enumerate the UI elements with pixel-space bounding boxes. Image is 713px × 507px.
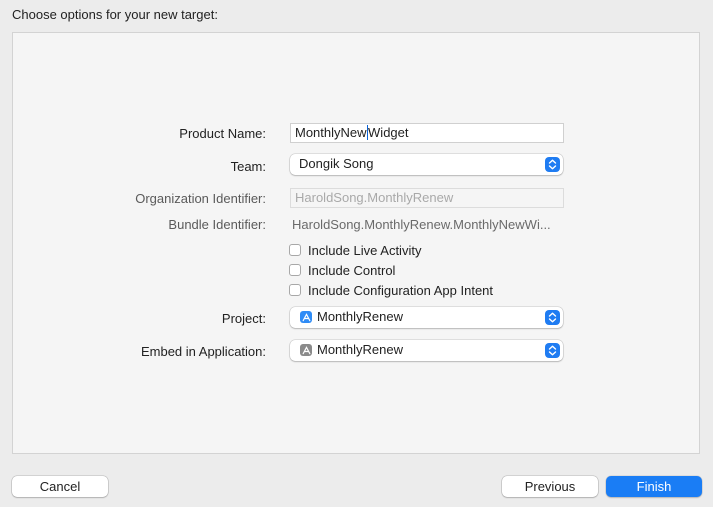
app-icon [300, 344, 312, 356]
project-popup[interactable]: MonthlyRenew [290, 307, 563, 328]
finish-button[interactable]: Finish [606, 476, 702, 497]
include-live-activity-label: Include Live Activity [308, 242, 422, 258]
xcode-project-icon [300, 311, 312, 323]
embed-in-application-label: Embed in Application: [140, 344, 266, 359]
previous-button[interactable]: Previous [502, 476, 598, 497]
include-control-label: Include Control [308, 262, 396, 278]
bundle-identifier-label: Bundle Identifier: [168, 217, 266, 232]
include-configuration-app-intent-checkbox[interactable]: Include Configuration App Intent [289, 282, 493, 298]
checkbox-box[interactable] [289, 264, 301, 276]
options-panel: Product Name: MonthlyNew Widget Team: Don… [12, 32, 700, 454]
organization-identifier-label: Organization Identifier: [135, 191, 266, 206]
checkbox-box[interactable] [289, 244, 301, 256]
team-value: Dongik Song [299, 156, 374, 171]
checkbox-box[interactable] [289, 284, 301, 296]
product-name-label: Product Name: [179, 126, 266, 141]
organization-identifier-field[interactable]: HaroldSong.MonthlyRenew [290, 188, 564, 208]
product-name-text-after: Widget [368, 125, 409, 140]
chevron-updown-icon [545, 157, 560, 172]
include-live-activity-checkbox[interactable]: Include Live Activity [289, 242, 421, 258]
team-popup[interactable]: Dongik Song [290, 154, 563, 175]
sheet-heading: Choose options for your new target: [12, 7, 218, 22]
chevron-updown-icon [545, 310, 560, 325]
new-target-options-sheet: Choose options for your new target: Prod… [0, 0, 713, 507]
product-name-field[interactable]: MonthlyNew Widget [290, 123, 564, 143]
product-name-text-before: MonthlyNew [295, 125, 367, 140]
cancel-button[interactable]: Cancel [12, 476, 108, 497]
bundle-identifier-value: HaroldSong.MonthlyRenew.MonthlyNewWi... [292, 217, 551, 232]
team-label: Team: [230, 159, 266, 174]
embed-in-application-popup[interactable]: MonthlyRenew [290, 340, 563, 361]
include-configuration-app-intent-label: Include Configuration App Intent [308, 282, 494, 298]
chevron-updown-icon [545, 343, 560, 358]
include-control-checkbox[interactable]: Include Control [289, 262, 395, 278]
project-value: MonthlyRenew [317, 309, 403, 324]
embed-in-application-value: MonthlyRenew [317, 342, 403, 357]
project-label: Project: [221, 311, 266, 326]
